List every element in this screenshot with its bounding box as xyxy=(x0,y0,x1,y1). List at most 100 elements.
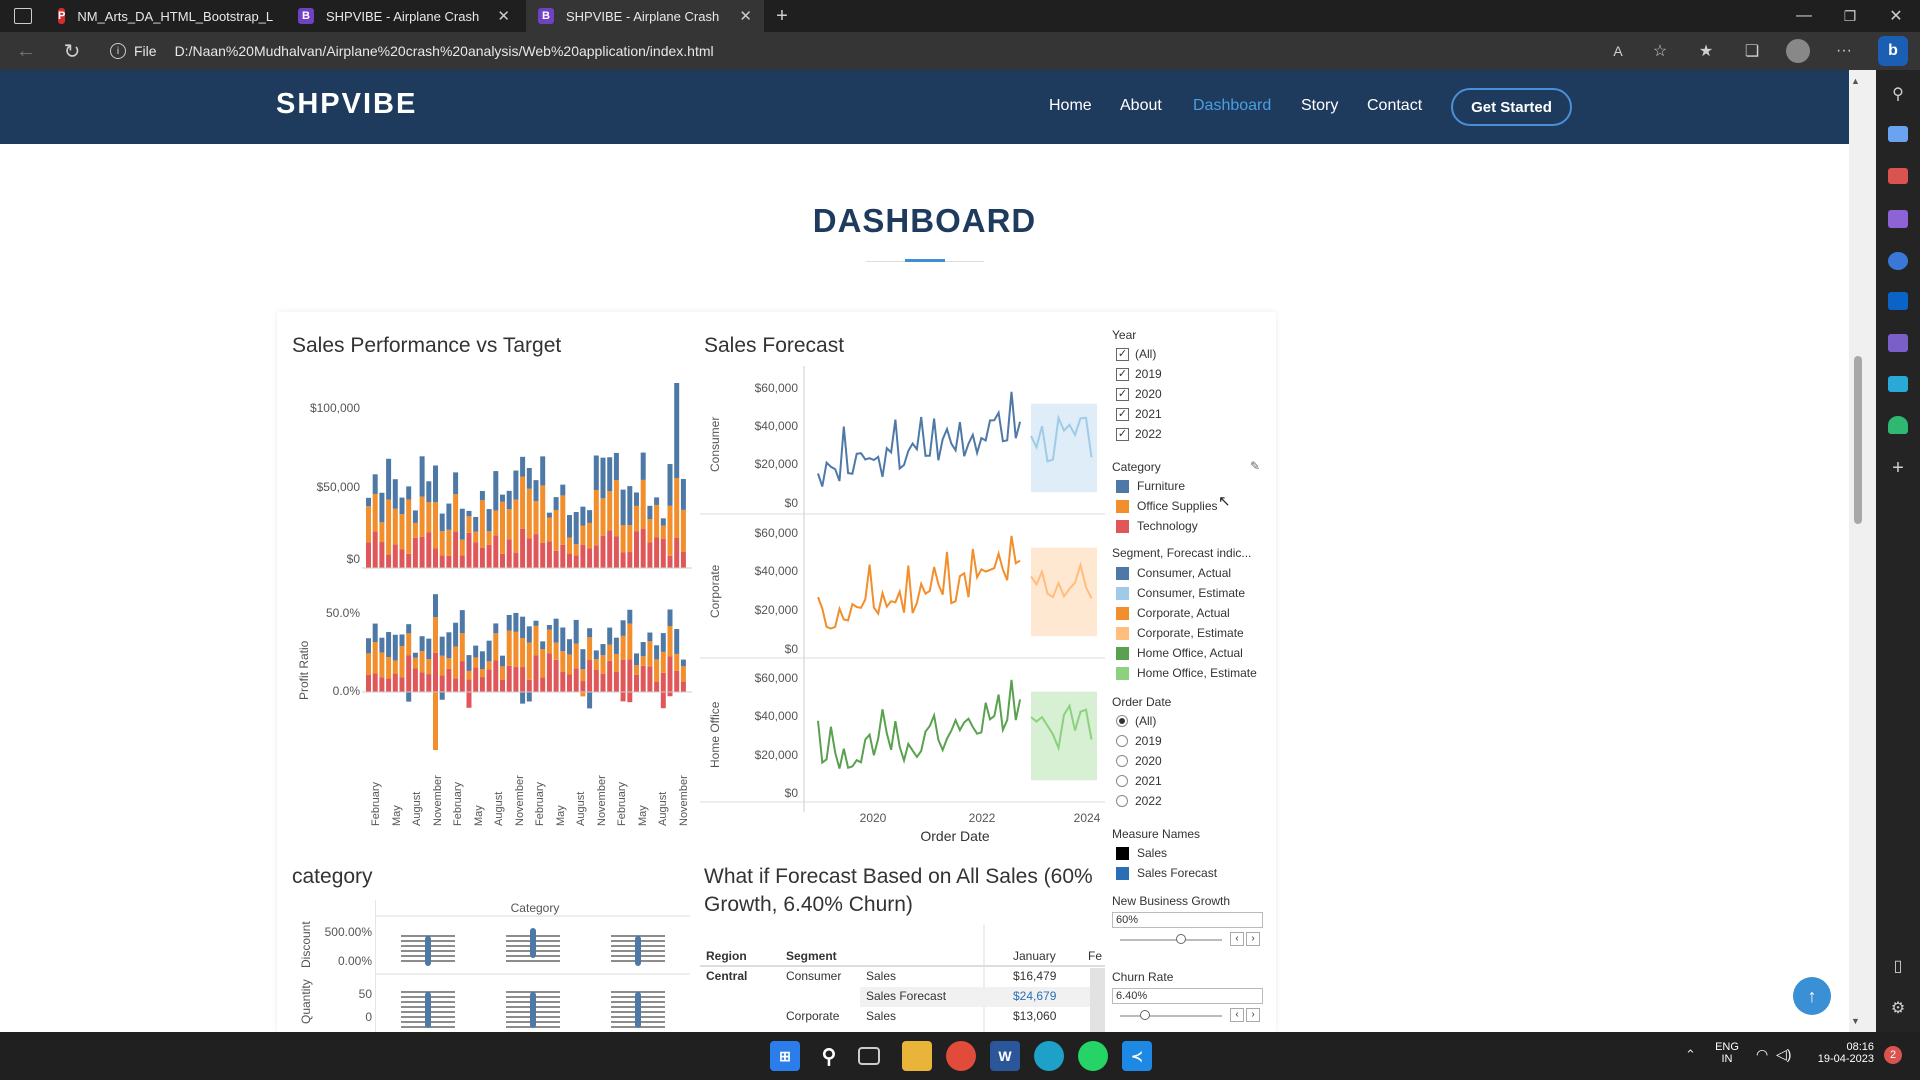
orderdate-option[interactable]: 2020 xyxy=(1116,753,1162,769)
legend-item[interactable]: Consumer, Estimate xyxy=(1116,585,1245,601)
scrollbar-thumb[interactable] xyxy=(1854,356,1862,524)
legend-item[interactable]: Technology xyxy=(1116,518,1198,534)
legend-item[interactable]: Sales Forecast xyxy=(1116,865,1217,881)
microsoft365-icon[interactable] xyxy=(1888,252,1908,270)
window-close-icon[interactable]: ✕ xyxy=(1884,4,1908,28)
games-icon[interactable] xyxy=(1888,210,1908,228)
tools-icon[interactable] xyxy=(1888,168,1908,184)
favorites-icon[interactable]: ★ xyxy=(1694,40,1718,62)
restore-icon[interactable]: ❐ xyxy=(1838,4,1862,28)
churn-slider-thumb[interactable] xyxy=(1140,1010,1150,1020)
tree-icon[interactable] xyxy=(1888,416,1908,434)
search-icon[interactable]: ⚲ xyxy=(814,1041,844,1071)
new-tab-icon[interactable]: + xyxy=(770,4,794,28)
more-menu-icon[interactable]: ··· xyxy=(1832,40,1856,62)
growth-input[interactable]: 60% xyxy=(1112,912,1263,928)
churn-input[interactable]: 6.40% xyxy=(1112,988,1263,1004)
year-option[interactable]: ✓ 2020 xyxy=(1116,386,1162,402)
checkbox-checked-icon[interactable]: ✓ xyxy=(1116,347,1129,361)
info-icon[interactable]: i xyxy=(110,43,126,59)
tab-shpvibe-2[interactable]: B SHPVIBE - Airplane Crash ✕ xyxy=(526,0,764,32)
back-to-top-button[interactable]: ↑ xyxy=(1793,977,1831,1015)
url-field[interactable]: i File D:/Naan%20Mudhalvan/Airplane%20cr… xyxy=(110,37,1670,65)
bing-copilot-icon[interactable]: b xyxy=(1878,36,1908,66)
whatsapp-icon[interactable] xyxy=(1078,1041,1108,1071)
orderdate-option[interactable]: (All) xyxy=(1116,713,1156,729)
tab-actions-icon[interactable] xyxy=(14,8,32,24)
scroll-up-arrow-icon[interactable]: ▲ xyxy=(1851,76,1860,86)
radio-icon[interactable] xyxy=(1116,775,1128,787)
close-icon[interactable]: ✕ xyxy=(497,7,510,25)
site-logo[interactable]: SHPVIBE xyxy=(276,88,417,121)
growth-slider-track[interactable] xyxy=(1120,939,1222,941)
designer-icon[interactable] xyxy=(1888,334,1908,352)
checkbox-checked-icon[interactable]: ✓ xyxy=(1116,427,1129,441)
clock[interactable]: 08:16 19-04-2023 xyxy=(1808,1041,1874,1065)
radio-selected-icon[interactable] xyxy=(1116,715,1128,727)
start-windows-icon[interactable]: ⊞ xyxy=(770,1041,800,1071)
shopping-icon[interactable] xyxy=(1888,126,1908,142)
language-indicator[interactable]: ENG IN xyxy=(1714,1041,1740,1065)
legend-item[interactable]: Home Office, Actual xyxy=(1116,645,1243,661)
nav-home[interactable]: Home xyxy=(1049,97,1092,115)
year-option[interactable]: ✓ 2022 xyxy=(1116,426,1162,442)
legend-item[interactable]: Consumer, Actual xyxy=(1116,565,1231,581)
telegram-icon[interactable] xyxy=(1888,376,1908,392)
tab-shpvibe-1[interactable]: B SHPVIBE - Airplane Crash ✕ xyxy=(286,0,522,32)
minimize-icon[interactable]: — xyxy=(1792,4,1816,28)
radio-icon[interactable] xyxy=(1116,755,1128,767)
checkbox-checked-icon[interactable]: ✓ xyxy=(1116,387,1129,401)
scroll-down-arrow-icon[interactable]: ▼ xyxy=(1851,1016,1860,1026)
outlook-icon[interactable] xyxy=(1888,292,1908,310)
radio-icon[interactable] xyxy=(1116,735,1128,747)
settings-gear-icon[interactable]: ⚙ xyxy=(1886,996,1910,1020)
nav-story[interactable]: Story xyxy=(1301,97,1338,115)
orderdate-option[interactable]: 2019 xyxy=(1116,733,1162,749)
legend-item[interactable]: Furniture xyxy=(1116,478,1185,494)
wifi-icon[interactable]: ◠ xyxy=(1756,1046,1768,1063)
checkbox-checked-icon[interactable]: ✓ xyxy=(1116,367,1129,381)
churn-slider-track[interactable] xyxy=(1120,1015,1222,1017)
decrement-arrow-icon[interactable]: ‹ xyxy=(1230,932,1244,946)
legend-item[interactable]: Corporate, Actual xyxy=(1116,605,1230,621)
radio-icon[interactable] xyxy=(1116,795,1128,807)
nav-dashboard[interactable]: Dashboard xyxy=(1193,97,1271,115)
chrome-icon[interactable] xyxy=(946,1041,976,1071)
year-option[interactable]: ✓ (All) xyxy=(1116,346,1156,362)
profile-avatar[interactable] xyxy=(1786,39,1810,63)
orderdate-option[interactable]: 2021 xyxy=(1116,773,1162,789)
collections-icon[interactable]: ❏ xyxy=(1740,40,1764,62)
vscode-icon[interactable]: ≺ xyxy=(1122,1041,1152,1071)
growth-slider-thumb[interactable] xyxy=(1176,934,1186,944)
sidebar-layout-icon[interactable]: ▯ xyxy=(1886,954,1910,978)
word-icon[interactable]: W xyxy=(990,1041,1020,1071)
orderdate-option[interactable]: 2022 xyxy=(1116,793,1162,809)
volume-icon[interactable]: ◁) xyxy=(1776,1046,1791,1063)
get-started-button[interactable]: Get Started xyxy=(1451,88,1572,126)
back-icon[interactable]: ← xyxy=(14,40,38,62)
add-icon[interactable]: + xyxy=(1886,456,1910,480)
legend-item[interactable]: Home Office, Estimate xyxy=(1116,665,1257,681)
edge-icon[interactable] xyxy=(1034,1041,1064,1071)
tab-pdf[interactable]: P NM_Arts_DA_HTML_Bootstrap_L xyxy=(46,0,284,32)
file-explorer-icon[interactable] xyxy=(902,1041,932,1071)
nav-about[interactable]: About xyxy=(1120,97,1162,115)
year-option[interactable]: ✓ 2019 xyxy=(1116,366,1162,382)
increment-arrow-icon[interactable]: › xyxy=(1246,1008,1260,1022)
nav-contact[interactable]: Contact xyxy=(1367,97,1422,115)
legend-item[interactable]: Office Supplies xyxy=(1116,498,1218,514)
legend-item[interactable]: Sales xyxy=(1116,845,1167,861)
legend-item[interactable]: Corporate, Estimate xyxy=(1116,625,1244,641)
page-scrollbar[interactable]: ▲ ▼ xyxy=(1849,70,1876,1032)
task-view-icon[interactable] xyxy=(858,1047,880,1065)
increment-arrow-icon[interactable]: › xyxy=(1246,932,1260,946)
notification-badge[interactable]: 2 xyxy=(1884,1046,1902,1064)
decrement-arrow-icon[interactable]: ‹ xyxy=(1230,1008,1244,1022)
edit-pencil-icon[interactable]: ✎ xyxy=(1250,459,1260,473)
chevron-up-icon[interactable]: ⌃ xyxy=(1685,1047,1696,1063)
year-option[interactable]: ✓ 2021 xyxy=(1116,406,1162,422)
table-scrollbar[interactable] xyxy=(1090,968,1105,1032)
refresh-icon[interactable]: ↻ xyxy=(60,40,84,63)
checkbox-checked-icon[interactable]: ✓ xyxy=(1116,407,1129,421)
close-icon[interactable]: ✕ xyxy=(739,7,752,25)
